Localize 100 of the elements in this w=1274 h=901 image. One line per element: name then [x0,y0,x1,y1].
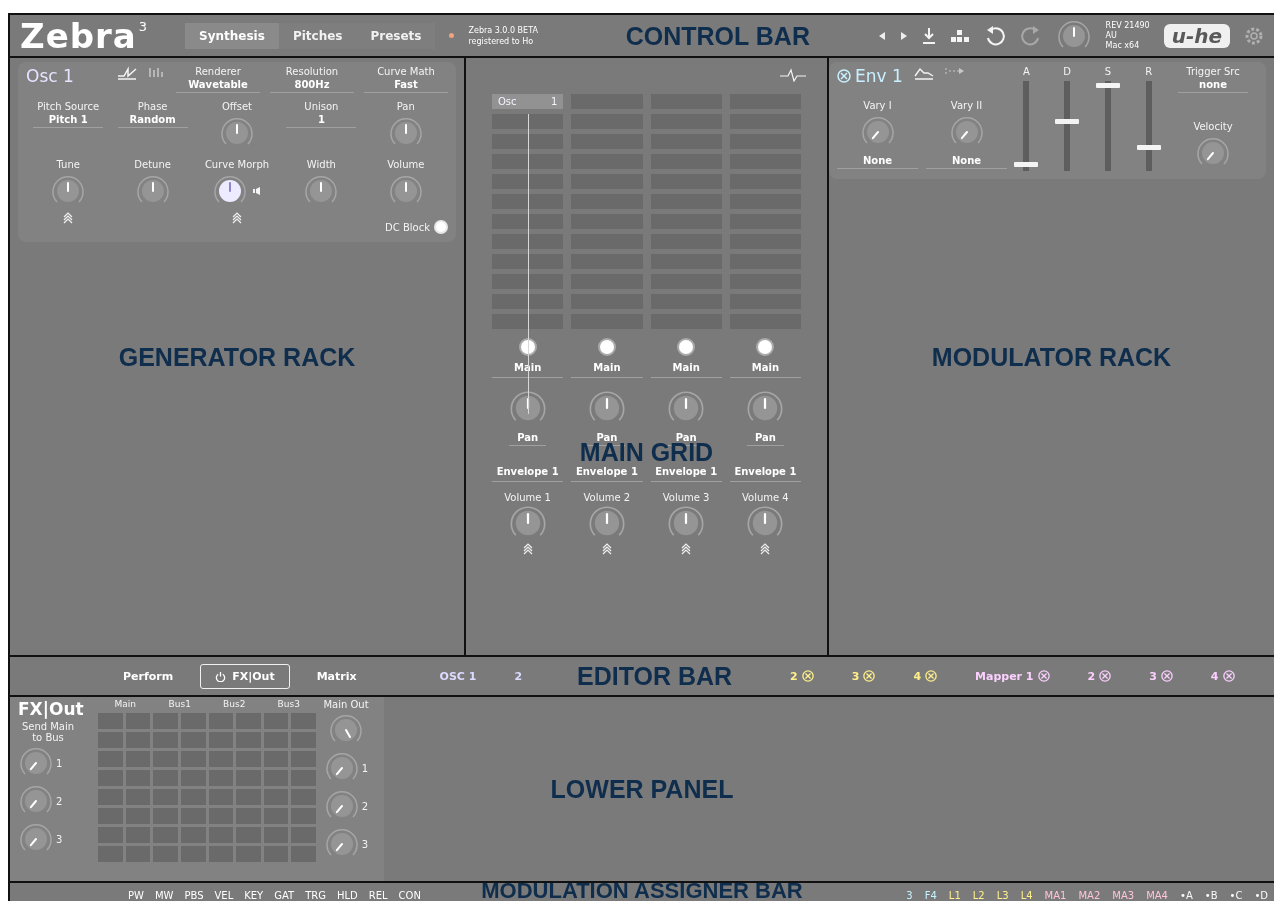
matrix-slot[interactable] [180,732,206,748]
matrix-slot[interactable] [236,808,261,824]
mod-source[interactable]: 3 [906,890,913,901]
empty-slot[interactable] [492,314,564,329]
matrix-slot[interactable] [125,770,151,786]
matrix-slot[interactable] [125,808,151,824]
selector-value[interactable]: none [1178,77,1248,93]
toggle[interactable] [434,220,448,234]
matrix-slot[interactable] [208,808,234,824]
envelope-selector[interactable]: Envelope 1 [729,460,801,482]
matrix-slot[interactable] [180,827,206,843]
matrix-slot[interactable] [263,846,289,862]
slider-thumb[interactable] [1095,82,1120,88]
download-icon[interactable] [921,26,936,45]
mod-source[interactable]: •D [1254,890,1268,901]
matrix-slot[interactable] [98,732,123,748]
blocks-icon[interactable] [949,28,970,43]
source-selector[interactable]: None [926,153,1007,169]
matrix-slot[interactable] [153,732,178,748]
mod-source[interactable]: MA4 [1146,890,1168,901]
matrix-slot[interactable] [180,808,206,824]
matrix-slot[interactable] [291,808,316,824]
matrix-slot[interactable] [153,827,178,843]
matrix-slot[interactable] [263,789,289,805]
matrix-slot[interactable] [263,808,289,824]
module-tab[interactable]: 4 [913,669,938,683]
selector-value[interactable]: 800Hz [270,77,354,93]
tab[interactable]: Synthesis [185,22,279,49]
matrix-slot[interactable] [291,732,316,748]
mod-source[interactable]: MA3 [1112,890,1135,901]
matrix-slot[interactable] [291,713,316,729]
matrix-slot[interactable] [236,732,261,748]
matrix-slot[interactable] [98,846,123,862]
empty-slot[interactable] [492,254,564,269]
speaker-icon[interactable] [252,186,262,196]
empty-slot[interactable] [492,294,564,309]
matrix-slot[interactable] [125,789,151,805]
arrow-right-dotted-icon[interactable] [944,66,965,76]
tab[interactable]: Pitches [278,22,357,49]
editor-tab[interactable]: FX|Out [200,663,290,689]
matrix-slot[interactable] [236,827,261,843]
close-circle-icon[interactable] [837,69,851,83]
waveform-icon[interactable] [116,66,138,80]
editor-tab[interactable]: Matrix [301,663,372,689]
module-tab[interactable]: 2 [790,669,814,683]
matrix-slot[interactable] [125,713,151,729]
selector-value[interactable]: Fast [364,77,448,93]
matrix-slot[interactable] [291,751,316,767]
matrix-slot[interactable] [180,713,206,729]
empty-slot[interactable] [492,234,564,249]
matrix-slot[interactable] [236,751,261,767]
matrix-slot[interactable] [98,789,123,805]
matrix-slot[interactable] [98,770,123,786]
mod-source[interactable]: •C [1229,890,1243,901]
matrix-slot[interactable] [153,846,178,862]
matrix-slot[interactable] [98,808,123,824]
matrix-slot[interactable] [125,827,151,843]
matrix-slot[interactable] [208,732,234,748]
mod-source[interactable]: PW [128,890,144,901]
matrix-slot[interactable] [125,751,151,767]
mod-source[interactable]: •A [1180,890,1193,901]
matrix-slot[interactable] [208,789,234,805]
matrix-slot[interactable] [153,713,178,729]
output-jack[interactable] [677,338,696,356]
module-tab[interactable]: Mapper 1 [975,669,1050,683]
envelope-shape-icon[interactable] [912,66,935,80]
mod-source[interactable]: •B [1204,890,1218,901]
output-jack[interactable] [756,338,775,356]
matrix-slot[interactable] [263,751,289,767]
matrix-slot[interactable] [236,713,261,729]
output-selector[interactable]: Main [650,356,722,378]
module-tab[interactable]: 2 [514,669,523,683]
matrix-slot[interactable] [208,751,234,767]
envelope-selector[interactable]: Envelope 1 [571,460,643,482]
mod-source[interactable]: F4 [924,890,937,901]
mod-source[interactable]: HLD [336,890,358,901]
mod-source[interactable]: VEL [214,890,234,901]
slider-thumb[interactable] [1136,144,1161,150]
mod-source[interactable]: TRG [305,890,326,901]
module-tab[interactable]: OSC 1 [439,669,477,683]
envelope-selector[interactable]: Envelope 1 [650,460,722,482]
matrix-slot[interactable] [263,713,289,729]
matrix-slot[interactable] [98,751,123,767]
matrix-slot[interactable] [263,770,289,786]
matrix-slot[interactable] [153,789,178,805]
matrix-slot[interactable] [180,789,206,805]
mod-source[interactable]: L1 [948,890,961,901]
envelope-selector[interactable]: Envelope 1 [492,460,564,482]
matrix-slot[interactable] [208,770,234,786]
matrix-slot[interactable] [263,827,289,843]
arrow-right-icon[interactable] [899,30,908,41]
matrix-slot[interactable] [153,751,178,767]
empty-slot[interactable] [492,274,564,289]
selector-value[interactable]: 1 [286,112,357,128]
selector-value[interactable]: Pitch 1 [33,112,104,128]
matrix-slot[interactable] [153,808,178,824]
mod-source[interactable]: L3 [996,890,1009,901]
source-selector[interactable]: None [837,153,918,169]
matrix-slot[interactable] [153,770,178,786]
mod-source[interactable]: L2 [972,890,985,901]
